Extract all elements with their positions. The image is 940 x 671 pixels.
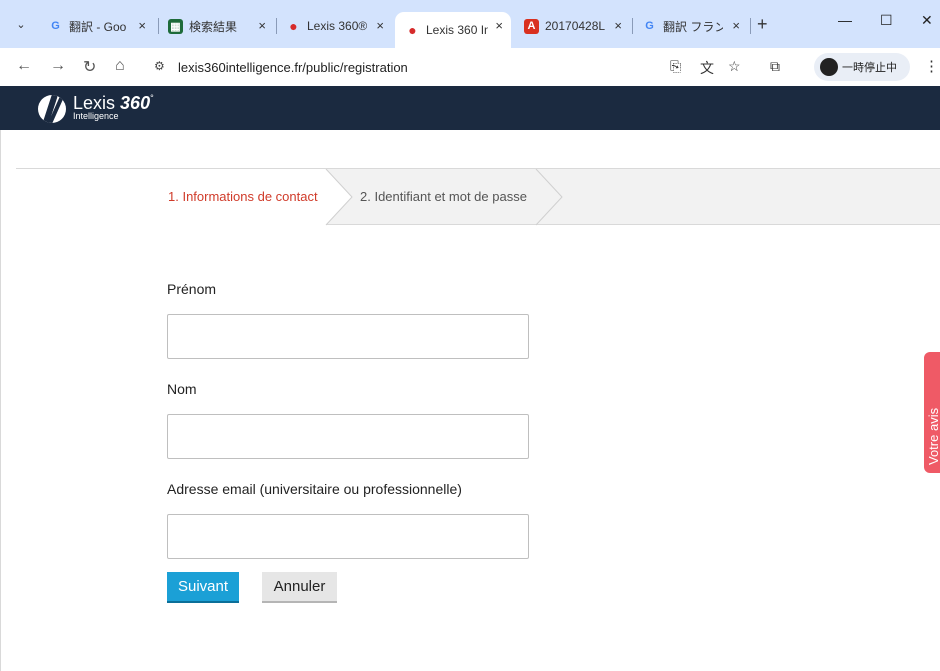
feedback-tab[interactable]: Votre avis [924, 352, 940, 473]
new-tab-button[interactable]: + [757, 14, 768, 35]
site-settings-icon[interactable]: ⚙ [154, 59, 165, 73]
tab-close-icon[interactable]: × [495, 18, 503, 33]
forward-icon[interactable]: → [50, 57, 66, 75]
tab-close-icon[interactable]: × [614, 18, 622, 33]
profile-button[interactable]: 一時停止中 [814, 53, 910, 81]
tab-close-icon[interactable]: × [138, 18, 146, 33]
tab-title: 翻訳 フランフ [663, 19, 723, 34]
google-icon: G [645, 20, 654, 32]
tab-title: Lexis 360 In [426, 23, 488, 37]
browser-tab-translate-french[interactable]: G 翻訳 フランフ × [632, 12, 748, 40]
profile-status: 一時停止中 [842, 62, 897, 74]
last-name-label: Nom [167, 381, 197, 397]
home-icon[interactable]: ⌂ [115, 57, 125, 75]
step-contact-info: 1. Informations de contact [168, 189, 318, 204]
next-button[interactable]: Suivant [167, 572, 239, 603]
brand-word: Lexis [73, 93, 116, 113]
browser-tab-pdf[interactable]: A 20170428L × [514, 12, 630, 40]
last-name-field[interactable] [167, 414, 529, 459]
extensions-icon[interactable]: ⧉ [770, 58, 780, 75]
more-menu-icon[interactable]: ⋮ [924, 57, 939, 75]
brand-reg: ° [150, 93, 154, 103]
maximize-button[interactable]: ☐ [880, 12, 893, 29]
first-name-field[interactable] [167, 314, 529, 359]
feedback-label: Votre avis [926, 407, 940, 465]
lexis-logo-icon[interactable] [38, 95, 66, 123]
email-field[interactable] [167, 514, 529, 559]
email-label: Adresse email (universitaire ou professi… [167, 481, 462, 497]
browser-tab-bar: ⌄ G 翻訳 - Goo × ▦ 検索結果 × ● Lexis 360® × ●… [0, 0, 940, 48]
tab-title: 20170428L [545, 19, 605, 33]
brand-number: 360 [120, 93, 151, 113]
page-edge [0, 130, 1, 671]
tab-divider [750, 18, 751, 34]
cancel-button[interactable]: Annuler [262, 572, 337, 603]
tab-close-icon[interactable]: × [376, 18, 384, 33]
translate-icon[interactable]: 文 [700, 58, 714, 78]
browser-tab-search-results[interactable]: ▦ 検索結果 × [158, 12, 274, 40]
google-icon: G [51, 20, 60, 32]
browser-tab-translate[interactable]: G 翻訳 - Goo × [38, 12, 154, 40]
bookmark-star-icon[interactable]: ☆ [728, 58, 741, 75]
tab-title: 検索結果 [189, 19, 238, 34]
pdf-icon: A [524, 18, 539, 34]
tab-title: 翻訳 - Goo [69, 19, 127, 34]
avatar [820, 58, 838, 76]
tab-search-chevron-icon[interactable]: ⌄ [12, 16, 30, 34]
close-window-button[interactable]: ✕ [921, 12, 933, 29]
step-credentials: 2. Identifiant et mot de passe [360, 189, 527, 204]
first-name-label: Prénom [167, 281, 217, 297]
tab-close-icon[interactable]: × [258, 18, 266, 33]
lexis-favicon-icon: ● [289, 18, 298, 34]
browser-tab-lexis-360[interactable]: ● Lexis 360® × [276, 12, 392, 40]
tab-close-icon[interactable]: × [732, 18, 740, 33]
brand-subtitle: Intelligence [73, 111, 119, 121]
back-icon[interactable]: ← [16, 57, 32, 75]
address-bar[interactable]: ⚙ lexis360intelligence.fr/public/registr… [144, 53, 804, 81]
minimize-button[interactable]: — [838, 12, 852, 28]
browser-toolbar: ← → ↻ ⌂ ⚙ lexis360intelligence.fr/public… [0, 48, 940, 86]
tab-title: Lexis 360® [307, 19, 367, 33]
reload-icon[interactable]: ↻ [83, 57, 96, 77]
url-text[interactable]: lexis360intelligence.fr/public/registrat… [178, 60, 408, 75]
install-app-icon[interactable]: ⎘ [670, 58, 681, 75]
sheet-icon: ▦ [168, 18, 183, 34]
lexis-favicon-icon: ● [408, 22, 417, 38]
browser-tab-lexis-360-intelligence[interactable]: ● Lexis 360 In × [395, 12, 511, 48]
